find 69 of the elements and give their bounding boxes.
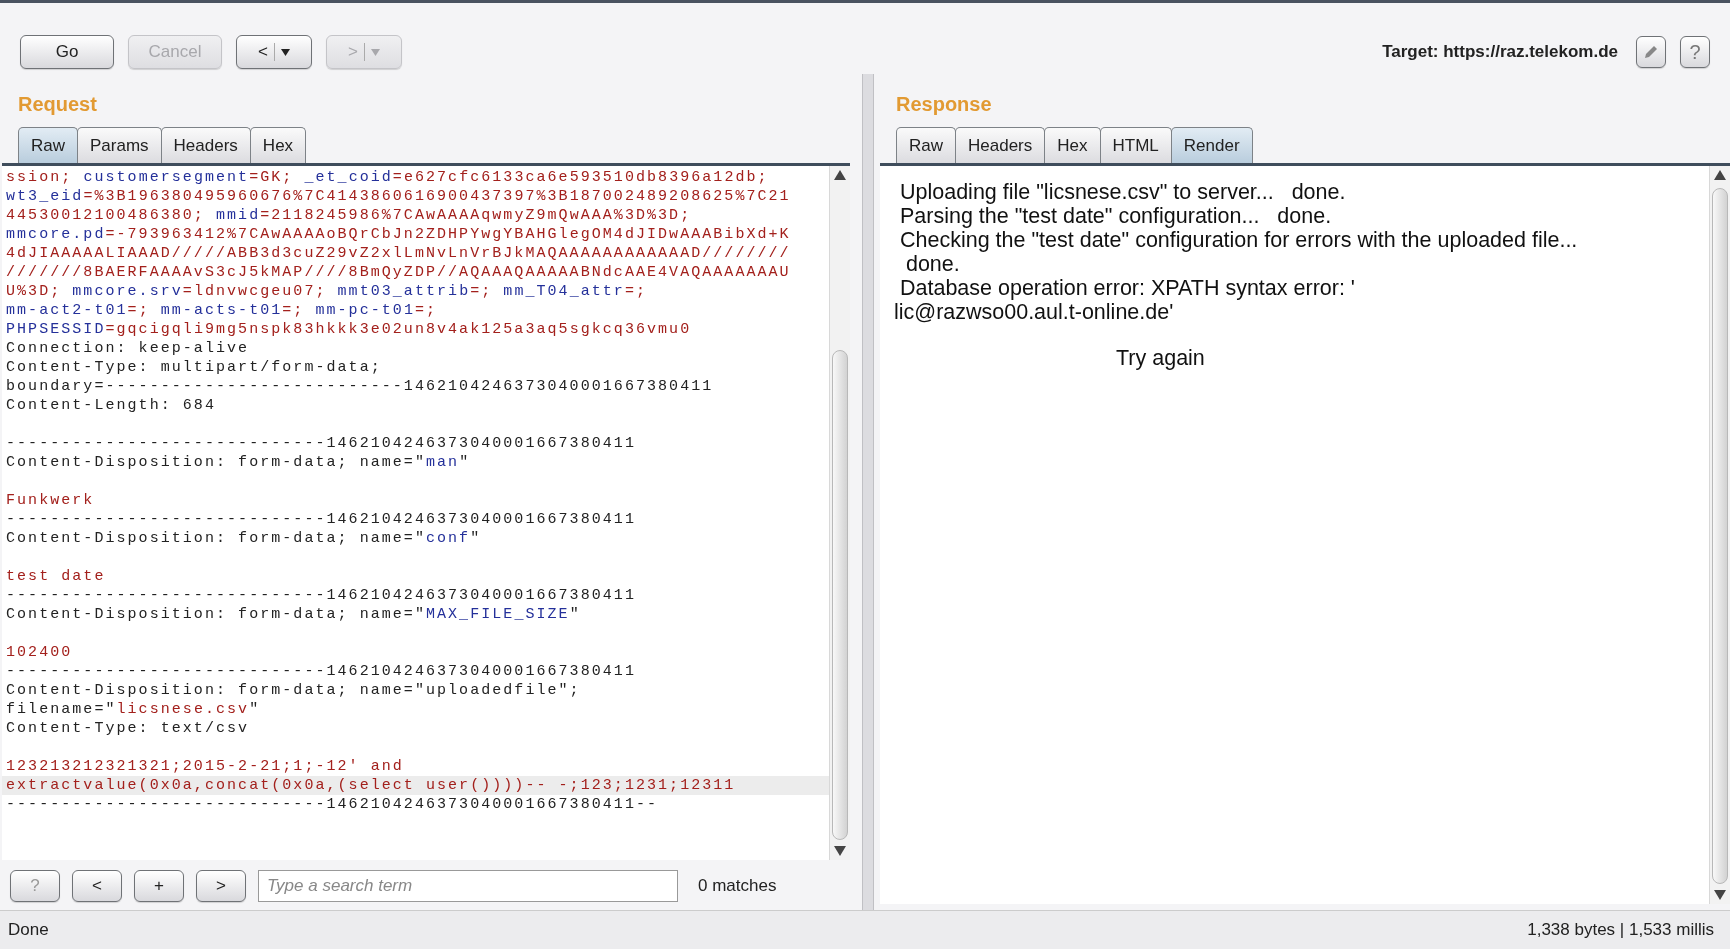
scroll-down-icon[interactable] [1714,890,1726,900]
request-line: U%3D; mmcore.srv=ldnvwcgeu07; mmt03_attrib=; mm_T04_attr=; [5,282,649,301]
request-line: -----------------------------1462104246373040001667380411 [5,510,637,529]
request-tab[interactable]: Hex [249,127,307,163]
request-line: Content-Disposition: form-data; name="conf" [5,529,483,548]
response-text: lic@razwso00.aul.t-online.de' [894,300,1175,324]
response-text: Uploading file "licsnese.csv" to server... done. [898,180,1347,204]
response-text: Database operation error: XPATH syntax error: ' [898,276,1356,300]
response-text: done. [904,252,961,276]
request-line: filename="licsnese.csv" [5,700,262,719]
pencil-icon [1642,43,1660,61]
edit-target-button[interactable] [1636,36,1666,68]
response-tab[interactable]: Raw [896,127,956,163]
caret-icon [370,48,380,56]
scroll-up-icon[interactable] [1714,170,1726,180]
request-line: mm-act2-t01=; mm-acts-t01=; mm-pc-t01=; [5,301,439,320]
request-heading: Request [17,92,98,117]
request-line: Connection: keep-alive [5,339,251,358]
request-tab[interactable]: Params [77,127,162,163]
response-text: Checking the "test date" configuration for errors with the uploaded file... [898,228,1579,252]
request-line: Content-Type: multipart/form-data; [5,358,383,377]
request-tab[interactable]: Raw [18,127,78,163]
request-line: Funkwerk [5,491,96,510]
scroll-down-icon[interactable] [834,846,846,856]
search-nav-button[interactable]: > [196,870,246,902]
request-line: 44530012100486380; mmid=2118245986%7CAwAAAAqwmyZ9mQwAAA%3D%3D; [5,206,693,225]
search-field[interactable]: Type a search term [258,870,678,902]
help-button[interactable]: ? [1680,36,1710,68]
request-line: Content-Disposition: form-data; name="MAX_FILE_SIZE" [5,605,582,624]
scrollbar[interactable] [1709,166,1730,904]
request-line: wt3_eid=%3B196380495960676%7C4143860616900437397%3B187002489208625%7C21 [5,187,792,206]
request-line: -----------------------------1462104246373040001667380411 [5,434,637,453]
response-stats: 1,338 bytes | 1,533 millis [1527,920,1714,940]
status-text: Done [8,920,49,940]
search-nav-button[interactable]: < [72,870,122,902]
response-text: Parsing the "test date" configuration... done. [898,204,1333,228]
caret-icon [280,48,290,56]
request-line: test date [5,567,107,586]
response-tab[interactable]: HTML [1099,127,1172,163]
response-heading: Response [895,92,993,117]
scrollbar-thumb[interactable] [1712,188,1728,884]
target-label: Target: https://raz.telekom.de [1382,42,1618,62]
request-line: -----------------------------1462104246373040001667380411-- [5,795,660,814]
response-tab[interactable]: Headers [955,127,1046,163]
response-tab[interactable]: Hex [1044,127,1101,163]
request-line: 102400 [5,643,74,662]
request-line: ssion; customersegment=GK; _et_coid=e627cfc6133ca6e593510db8396a12db; [5,168,770,187]
request-line: -----------------------------1462104246373040001667380411 [5,586,637,605]
search-nav-button[interactable]: + [134,870,184,902]
request-line: Content-Length: 684 [5,396,217,415]
request-line: ///////8BAERFAAAAvS3cJ5kMAP////8BmQyZDP//AQAAAQAAAAABNdcAAE4VAQAAAAAAAU [5,263,792,282]
request-line: PHPSESSID=gqcigqli9mg5nspk83hkkk3e02un8v4ak125a3aq5sgkcq36vmu0 [5,320,693,339]
request-tab[interactable]: Headers [160,127,251,163]
request-line: Content-Disposition: form-data; name="man" [5,453,472,472]
request-line: Content-Disposition: form-data; name="uploadedfile"; [5,681,582,700]
go-button[interactable]: Go [20,35,114,69]
match-count: 0 matches [698,876,777,896]
request-line: Content-Type: text/csv [5,719,251,738]
request-line: 123213212321321;2015-2-21;1;-12' and [5,757,405,776]
back-button[interactable]: < [236,35,312,69]
try-again-link[interactable]: Try again [1116,346,1205,371]
request-line: boundary=---------------------------1462104246373040001667380411 [5,377,715,396]
response-tab[interactable]: Render [1170,127,1253,163]
request-line: 4dJIAAAAALIAAAD/////ABB3d3cuZ29vZ2xlLmNvLnVrBJkMAQAAAAAAAAAAAAD//////// [5,244,792,263]
request-line: mmcore.pd=-793963412%7CAwAAAAoBQrCbJn2ZDHPYwgYBAHGlegOM4dJIDwAAABibXd+K [5,225,792,244]
scroll-up-icon[interactable] [834,170,846,180]
request-line: -----------------------------1462104246373040001667380411 [5,662,637,681]
scrollbar[interactable] [829,166,850,860]
scrollbar-thumb[interactable] [832,350,848,840]
